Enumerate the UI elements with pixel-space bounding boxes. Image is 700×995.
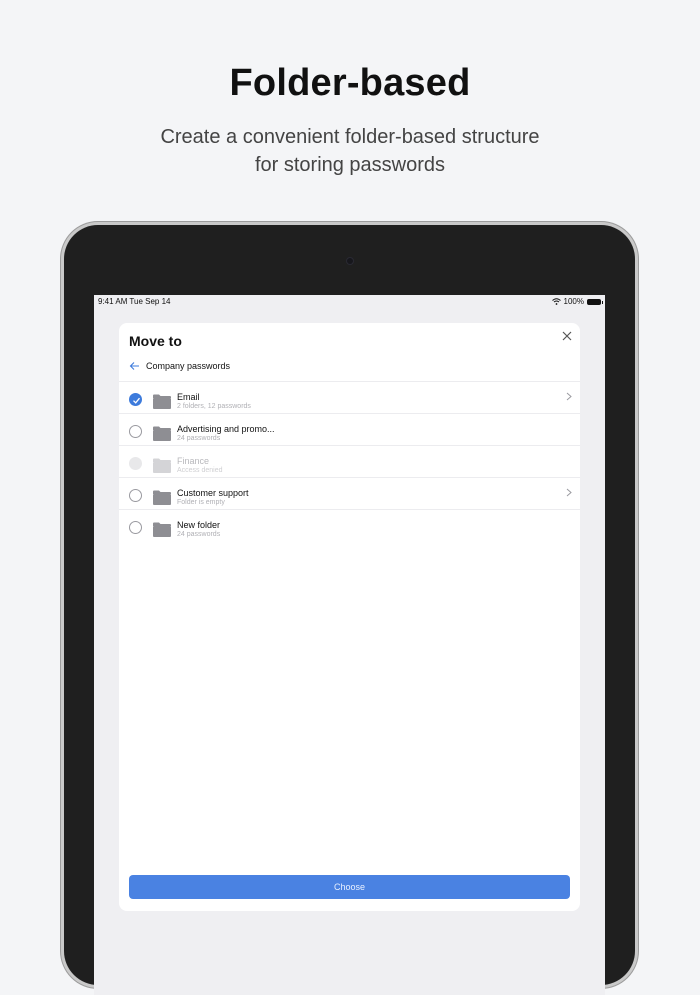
checkmark-icon bbox=[133, 397, 141, 404]
tablet-screen: 9:41 AM Tue Sep 14 100% Move to Company … bbox=[94, 295, 605, 995]
folder-detail: 24 passwords bbox=[177, 435, 221, 442]
folder-detail: 24 passwords bbox=[177, 531, 221, 538]
promo-subtitle-line-1: Create a convenient folder-based structu… bbox=[160, 126, 540, 148]
choose-button[interactable]: Choose bbox=[129, 875, 570, 899]
chevron-right-icon[interactable] bbox=[566, 392, 572, 401]
folder-name: Customer support bbox=[177, 488, 249, 498]
folder-row-customer-support[interactable]: Customer support Folder is empty bbox=[119, 478, 580, 510]
folder-list: Email 2 folders, 12 passwords Advertisin… bbox=[119, 381, 580, 541]
sheet-title: Move to bbox=[129, 333, 182, 349]
status-time: 9:41 AM Tue Sep 14 bbox=[98, 297, 171, 306]
folder-name: Finance bbox=[177, 456, 210, 466]
close-icon[interactable] bbox=[561, 330, 573, 342]
radio-checked[interactable] bbox=[129, 393, 142, 406]
wifi-icon bbox=[551, 298, 561, 305]
status-right: 100% bbox=[551, 297, 603, 306]
promo-subtitle-line-2: for storing passwords bbox=[254, 154, 446, 176]
folder-row-new-folder[interactable]: New folder 24 passwords bbox=[119, 510, 580, 541]
camera-dot bbox=[347, 258, 353, 264]
folder-detail: Folder is empty bbox=[177, 499, 225, 506]
folder-row-email[interactable]: Email 2 folders, 12 passwords bbox=[119, 382, 580, 414]
radio-disabled bbox=[129, 457, 142, 470]
battery-percent: 100% bbox=[563, 297, 584, 306]
chevron-right-icon[interactable] bbox=[566, 488, 572, 497]
folder-name: Advertising and promo... bbox=[177, 424, 275, 434]
radio-unchecked[interactable] bbox=[129, 425, 142, 438]
folder-icon bbox=[153, 490, 171, 505]
breadcrumb-label: Company passwords bbox=[146, 361, 231, 371]
tablet-frame: 9:41 AM Tue Sep 14 100% Move to Company … bbox=[64, 225, 635, 995]
folder-icon bbox=[153, 458, 171, 473]
move-to-sheet: Move to Company passwords Email 2 folder… bbox=[119, 323, 580, 911]
radio-unchecked[interactable] bbox=[129, 521, 142, 534]
folder-row-advertising[interactable]: Advertising and promo... 24 passwords bbox=[119, 414, 580, 446]
folder-name: Email bbox=[177, 392, 200, 402]
promo-title: Folder-based bbox=[229, 62, 471, 104]
back-arrow-icon[interactable] bbox=[129, 361, 140, 371]
folder-icon bbox=[153, 426, 171, 441]
folder-detail: Access denied bbox=[177, 467, 223, 474]
breadcrumb: Company passwords bbox=[129, 361, 230, 371]
folder-icon bbox=[153, 394, 171, 409]
folder-icon bbox=[153, 522, 171, 537]
folder-detail: 2 folders, 12 passwords bbox=[177, 403, 251, 410]
status-bar: 9:41 AM Tue Sep 14 100% bbox=[94, 295, 605, 309]
folder-name: New folder bbox=[177, 520, 221, 530]
battery-icon bbox=[587, 298, 603, 305]
promo-subtitle: Create a convenient folder-based structu… bbox=[0, 123, 700, 179]
folder-row-finance: Finance Access denied bbox=[119, 446, 580, 478]
radio-unchecked[interactable] bbox=[129, 489, 142, 502]
